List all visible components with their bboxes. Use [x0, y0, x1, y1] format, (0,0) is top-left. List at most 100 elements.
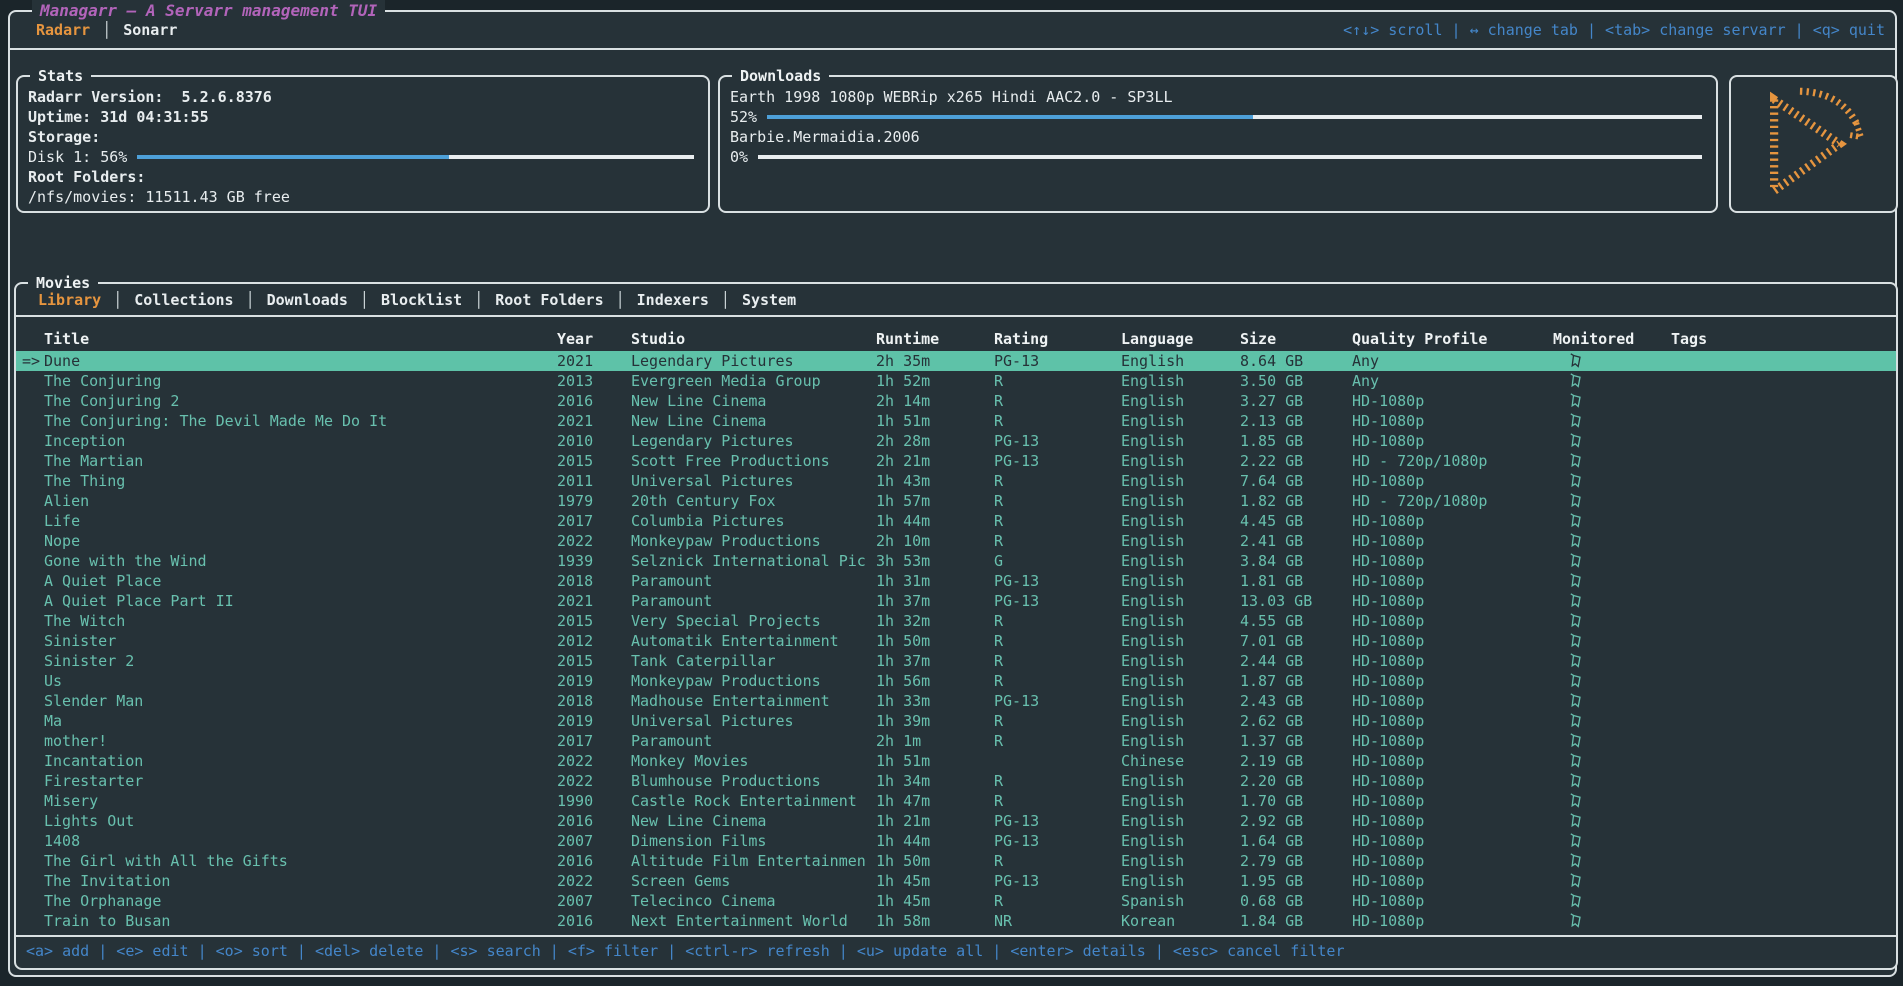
table-row[interactable]: Sinister 22015Tank Caterpillar1h 37mREng… — [16, 651, 1896, 671]
table-row[interactable]: Life2017Columbia Pictures1h 44mREnglish4… — [16, 511, 1896, 531]
tab-sonarr[interactable]: Sonarr — [111, 21, 189, 39]
movies-panel: Movies Library│Collections│Downloads│Blo… — [14, 282, 1898, 970]
cell-rating: R — [994, 612, 1121, 630]
cell-language: English — [1121, 512, 1240, 530]
cell-year: 2022 — [557, 772, 631, 790]
tab-root-folders[interactable]: Root Folders — [483, 286, 615, 315]
cell-studio: Paramount — [631, 592, 876, 610]
cell-size: 2.20 GB — [1240, 772, 1352, 790]
downloads-panel-title: Downloads — [732, 66, 829, 86]
cell-studio: Paramount — [631, 572, 876, 590]
table-row[interactable]: The Invitation2022Screen Gems1h 45mPG-13… — [16, 871, 1896, 891]
cell-runtime: 2h 14m — [876, 392, 994, 410]
table-row[interactable]: The Conjuring 22016New Line Cinema2h 14m… — [16, 391, 1896, 411]
cell-title: The Conjuring — [44, 372, 557, 390]
cell-language: English — [1121, 532, 1240, 550]
monitored-tag-icon — [1553, 773, 1671, 789]
cell-quality-profile: HD-1080p — [1352, 392, 1553, 410]
table-row[interactable]: Sinister2012Automatik Entertainment1h 50… — [16, 631, 1896, 651]
table-row[interactable]: A Quiet Place2018Paramount1h 31mPG-13Eng… — [16, 571, 1896, 591]
cell-rating: PG-13 — [994, 432, 1121, 450]
table-row[interactable]: The Martian2015Scott Free Productions2h … — [16, 451, 1896, 471]
tab-collections[interactable]: Collections — [122, 286, 245, 315]
cell-language: Spanish — [1121, 892, 1240, 910]
cell-rating: PG-13 — [994, 692, 1121, 710]
table-row[interactable]: Firestarter2022Blumhouse Productions1h 3… — [16, 771, 1896, 791]
cell-runtime: 1h 45m — [876, 892, 994, 910]
cell-title: The Conjuring: The Devil Made Me Do It — [44, 412, 557, 430]
cell-studio: Blumhouse Productions — [631, 772, 876, 790]
cell-size: 2.22 GB — [1240, 452, 1352, 470]
table-row[interactable]: Alien197920th Century Fox1h 57mREnglish1… — [16, 491, 1896, 511]
tab-blocklist[interactable]: Blocklist — [369, 286, 474, 315]
table-row[interactable]: Gone with the Wind1939Selznick Internati… — [16, 551, 1896, 571]
download-progress-gauge — [767, 115, 1702, 119]
cell-year: 2013 — [557, 372, 631, 390]
cell-size: 1.84 GB — [1240, 912, 1352, 930]
cell-language: English — [1121, 772, 1240, 790]
cell-studio: Legendary Pictures — [631, 352, 876, 370]
cell-quality-profile: HD - 720p/1080p — [1352, 452, 1553, 470]
table-row[interactable]: The Thing2011Universal Pictures1h 43mREn… — [16, 471, 1896, 491]
monitored-tag-icon — [1553, 513, 1671, 529]
tab-downloads[interactable]: Downloads — [255, 286, 360, 315]
cell-quality-profile: HD-1080p — [1352, 512, 1553, 530]
table-row[interactable]: A Quiet Place Part II2021Paramount1h 37m… — [16, 591, 1896, 611]
tab-system[interactable]: System — [730, 286, 808, 315]
cell-size: 2.44 GB — [1240, 652, 1352, 670]
table-row[interactable]: The Conjuring2013Evergreen Media Group1h… — [16, 371, 1896, 391]
download-percent-label: 0% — [730, 147, 748, 167]
column-header-title: Title — [44, 330, 557, 348]
table-row[interactable]: Slender Man2018Madhouse Entertainment1h … — [16, 691, 1896, 711]
tab-indexers[interactable]: Indexers — [625, 286, 721, 315]
monitored-tag-icon — [1553, 893, 1671, 909]
cell-language: English — [1121, 792, 1240, 810]
cell-runtime: 1h 37m — [876, 592, 994, 610]
table-row[interactable]: The Orphanage2007Telecinco Cinema1h 45mR… — [16, 891, 1896, 911]
table-row[interactable]: Inception2010Legendary Pictures2h 28mPG-… — [16, 431, 1896, 451]
table-row[interactable]: The Conjuring: The Devil Made Me Do It20… — [16, 411, 1896, 431]
table-row[interactable]: 14082007Dimension Films1h 44mPG-13Englis… — [16, 831, 1896, 851]
cell-title: Lights Out — [44, 812, 557, 830]
table-row[interactable]: Train to Busan2016Next Entertainment Wor… — [16, 911, 1896, 931]
cell-year: 1990 — [557, 792, 631, 810]
table-row[interactable]: Us2019Monkeypaw Productions1h 56mREnglis… — [16, 671, 1896, 691]
table-row[interactable]: mother!2017Paramount2h 1mREnglish1.37 GB… — [16, 731, 1896, 751]
monitored-tag-icon — [1553, 753, 1671, 769]
table-row[interactable]: Incantation2022Monkey Movies1h 51mChines… — [16, 751, 1896, 771]
monitored-tag-icon — [1553, 353, 1671, 369]
cell-size: 4.45 GB — [1240, 512, 1352, 530]
cell-rating: R — [994, 792, 1121, 810]
downloads-panel: Downloads Earth 1998 1080p WEBRip x265 H… — [718, 75, 1718, 213]
cell-rating: R — [994, 492, 1121, 510]
table-row[interactable]: Misery1990Castle Rock Entertainment1h 47… — [16, 791, 1896, 811]
column-header-tags: Tags — [1671, 330, 1896, 348]
tab-radarr[interactable]: Radarr — [24, 21, 102, 39]
table-row[interactable]: Nope2022Monkeypaw Productions2h 10mREngl… — [16, 531, 1896, 551]
table-row[interactable]: =>Dune2021Legendary Pictures2h 35mPG-13E… — [16, 351, 1896, 371]
cell-runtime: 1h 52m — [876, 372, 994, 390]
cell-quality-profile: HD-1080p — [1352, 772, 1553, 790]
cell-studio: Selznick International Pic — [631, 552, 876, 570]
table-row[interactable]: Ma2019Universal Pictures1h 39mREnglish2.… — [16, 711, 1896, 731]
cell-rating: R — [994, 412, 1121, 430]
cell-size: 2.43 GB — [1240, 692, 1352, 710]
tab-library[interactable]: Library — [26, 286, 113, 315]
cell-runtime: 2h 10m — [876, 532, 994, 550]
monitored-tag-icon — [1553, 873, 1671, 889]
monitored-tag-icon — [1553, 393, 1671, 409]
cell-studio: Altitude Film Entertainmen — [631, 852, 876, 870]
table-row[interactable]: Lights Out2016New Line Cinema1h 21mPG-13… — [16, 811, 1896, 831]
storage-label: Storage: — [28, 127, 696, 147]
servarr-tabs: Radarr│Sonarr — [24, 21, 189, 39]
table-row[interactable]: The Girl with All the Gifts2016Altitude … — [16, 851, 1896, 871]
download-item-name: Barbie.Mermaidia.2006 — [730, 127, 1704, 147]
radarr-logo-icon — [1755, 83, 1873, 205]
cell-runtime: 2h 35m — [876, 352, 994, 370]
table-row[interactable]: The Witch2015Very Special Projects1h 32m… — [16, 611, 1896, 631]
download-progress-gauge — [758, 155, 1702, 159]
monitored-tag-icon — [1553, 813, 1671, 829]
cell-year: 2022 — [557, 752, 631, 770]
cell-studio: Castle Rock Entertainment — [631, 792, 876, 810]
cell-language: English — [1121, 832, 1240, 850]
